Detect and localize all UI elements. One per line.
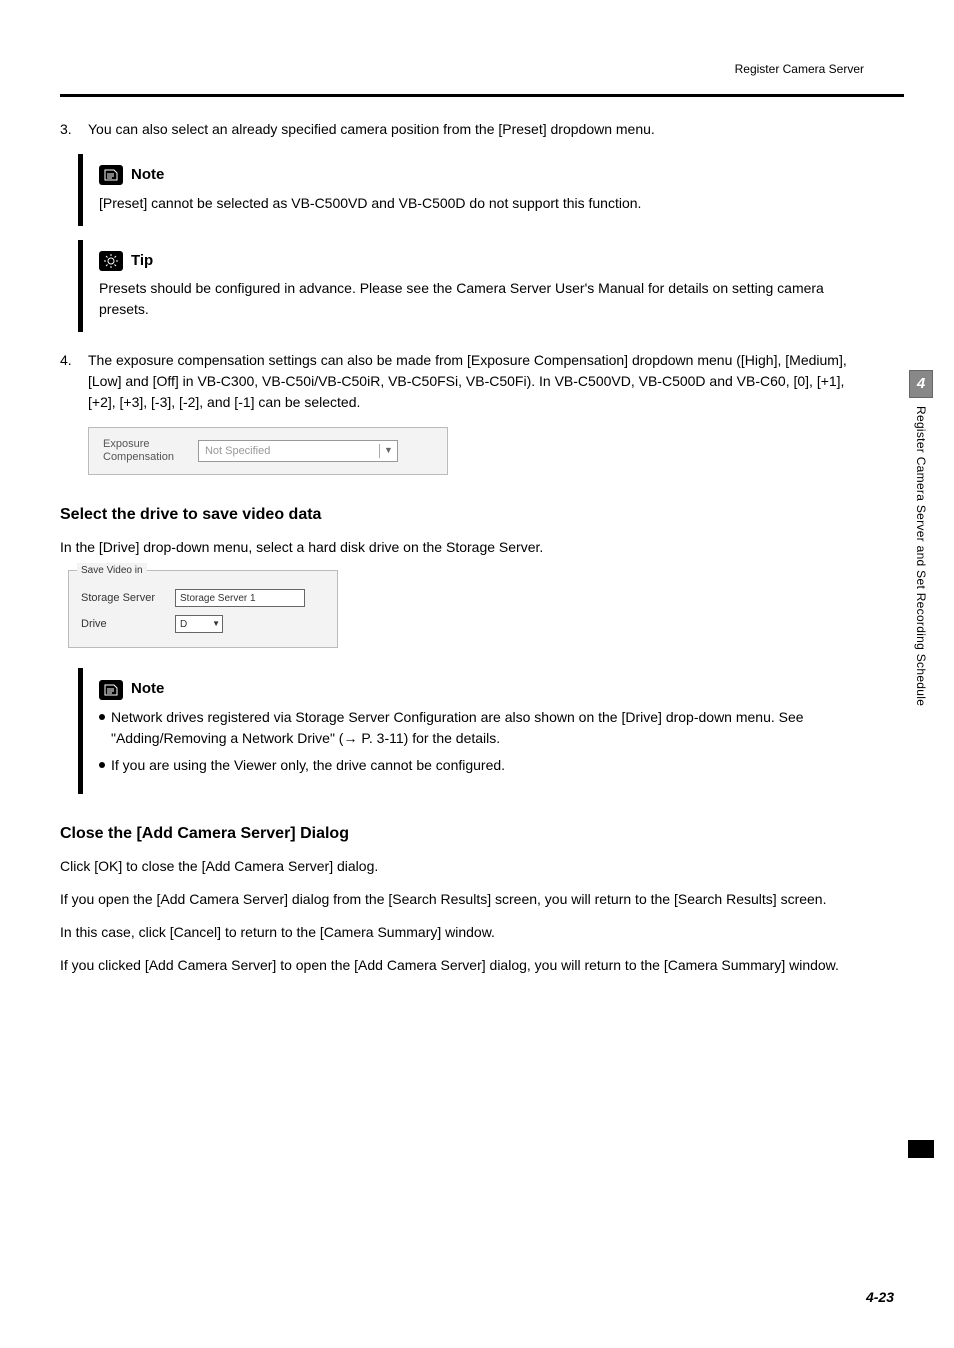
tip-callout: Tip Presets should be configured in adva…: [78, 240, 864, 333]
page-content: 3. You can also select an already specif…: [60, 119, 904, 976]
step-text: You can also select an already specified…: [88, 119, 864, 140]
close-p1: Click [OK] to close the [Add Camera Serv…: [60, 856, 864, 877]
chapter-tab: 4 Register Camera Server and Set Recordi…: [908, 370, 934, 706]
note-bullet-text: If you are using the Viewer only, the dr…: [111, 755, 505, 776]
page-number: 4-23: [866, 1287, 894, 1308]
chevron-down-icon: ▼: [379, 444, 393, 458]
drive-intro: In the [Drive] drop-down menu, select a …: [60, 537, 864, 558]
save-video-legend: Save Video in: [77, 563, 147, 578]
drive-label: Drive: [81, 616, 163, 633]
chapter-number-badge: 4: [909, 370, 933, 398]
step-number: 3.: [60, 119, 88, 140]
bullet-icon: [99, 714, 105, 720]
close-p3: In this case, click [Cancel] to return t…: [60, 922, 864, 943]
close-p2: If you open the [Add Camera Server] dial…: [60, 889, 864, 910]
tip-body: Presets should be configured in advance.…: [99, 278, 848, 320]
note-callout-2: Note Network drives registered via Stora…: [78, 668, 864, 794]
storage-server-field[interactable]: Storage Server 1: [175, 589, 305, 607]
exposure-label: Exposure Compensation: [103, 438, 174, 464]
step-number: 4.: [60, 350, 88, 413]
note-icon: [99, 680, 123, 700]
step-3: 3. You can also select an already specif…: [60, 119, 864, 140]
drive-dropdown-value: D: [180, 617, 187, 632]
save-video-figure: Save Video in Storage Server Storage Ser…: [68, 570, 338, 648]
note-icon: [99, 165, 123, 185]
header-rule: [60, 94, 904, 97]
note-bullet: If you are using the Viewer only, the dr…: [99, 755, 848, 776]
manual-page: Register Camera Server 3. You can also s…: [0, 0, 954, 1348]
edge-marker: [908, 1140, 934, 1158]
tip-title: Tip: [131, 250, 153, 273]
bullet-icon: [99, 762, 105, 768]
chapter-title-vertical: Register Camera Server and Set Recording…: [912, 406, 930, 706]
exposure-dropdown-value: Not Specified: [205, 443, 270, 460]
note-body: [Preset] cannot be selected as VB-C500VD…: [99, 193, 848, 214]
step-text: The exposure compensation settings can a…: [88, 350, 864, 413]
section-heading-drive: Select the drive to save video data: [60, 503, 864, 527]
close-p4: If you clicked [Add Camera Server] to op…: [60, 955, 864, 976]
tip-icon: [99, 251, 123, 271]
exposure-comp-figure: Exposure Compensation Not Specified ▼: [88, 427, 448, 475]
note-bullet: Network drives registered via Storage Se…: [99, 707, 848, 749]
section-heading-close: Close the [Add Camera Server] Dialog: [60, 822, 864, 846]
chevron-down-icon: ▼: [212, 618, 220, 630]
note-title: Note: [131, 164, 164, 187]
note-bullet-text: Network drives registered via Storage Se…: [111, 707, 848, 749]
storage-server-label: Storage Server: [81, 590, 163, 607]
drive-dropdown[interactable]: D ▼: [175, 615, 223, 633]
exposure-dropdown[interactable]: Not Specified ▼: [198, 440, 398, 462]
page-header-title: Register Camera Server: [60, 60, 904, 78]
step-4: 4. The exposure compensation settings ca…: [60, 350, 864, 413]
note-callout-1: Note [Preset] cannot be selected as VB-C…: [78, 154, 864, 226]
note-title: Note: [131, 678, 164, 701]
